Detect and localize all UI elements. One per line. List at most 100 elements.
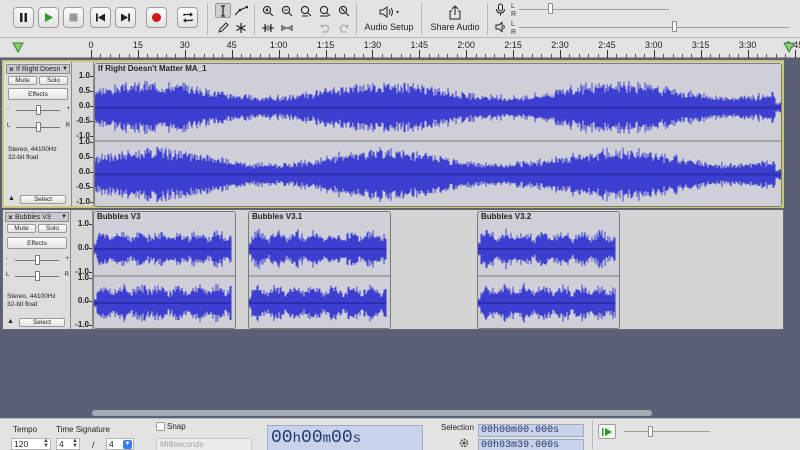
track-menu-arrow-icon[interactable]: ▼ bbox=[60, 214, 68, 220]
ruler-minor-tick bbox=[259, 54, 261, 58]
clip-name[interactable]: Bubbles V3 bbox=[94, 212, 235, 222]
record-volume-slider[interactable] bbox=[548, 3, 553, 14]
clip-name[interactable]: Bubbles V3.1 bbox=[249, 212, 390, 222]
clip-name[interactable]: If Right Doesn't Matter MA_1 bbox=[95, 64, 781, 74]
mute-button[interactable]: Mute bbox=[7, 224, 36, 233]
snap-unit-select[interactable]: Milliseconds bbox=[156, 438, 252, 450]
track-name-bar[interactable]: × If Right Doesn ▼ bbox=[6, 64, 70, 74]
selection-end-display[interactable]: 00h03m39.000s bbox=[478, 439, 584, 450]
ruler-tick-label: 45 bbox=[226, 40, 237, 50]
zoom-in-button[interactable] bbox=[260, 3, 276, 18]
time-signature-label: Time Signature bbox=[56, 425, 110, 434]
ruler-minor-tick bbox=[588, 54, 590, 58]
audio-setup-button[interactable]: Audio Setup bbox=[362, 2, 416, 36]
play-button[interactable] bbox=[38, 7, 59, 28]
clip-name[interactable]: Bubbles V3.2 bbox=[478, 212, 619, 222]
stop-button[interactable] bbox=[63, 7, 84, 28]
silence-audio-button[interactable] bbox=[279, 20, 295, 35]
horizontal-scrollbar[interactable] bbox=[92, 410, 652, 416]
pause-button[interactable] bbox=[13, 7, 34, 28]
track-if-right-doesnt[interactable]: × If Right Doesn ▼ Mute Solo Effects - +… bbox=[2, 60, 784, 208]
loop-button[interactable] bbox=[177, 7, 198, 28]
collapse-track-icon[interactable]: ▲ bbox=[7, 318, 14, 325]
close-track-icon[interactable]: × bbox=[6, 213, 15, 222]
mute-button[interactable]: Mute bbox=[8, 76, 37, 85]
zoom-out-button[interactable] bbox=[279, 3, 295, 18]
clip-waveform-area[interactable] bbox=[94, 222, 235, 328]
redo-button[interactable] bbox=[336, 20, 352, 35]
effects-button[interactable]: Effects bbox=[8, 88, 68, 100]
track-control-panel: × Bubbles V3 ▼ Mute Solo Effects - + L R… bbox=[3, 210, 71, 329]
ruler-tick-label: 2:45 bbox=[598, 40, 616, 50]
gain-slider[interactable]: - + bbox=[6, 254, 69, 266]
pan-thumb[interactable] bbox=[36, 122, 41, 132]
clip-waveform-area[interactable] bbox=[249, 222, 390, 328]
ruler-end-marker[interactable] bbox=[783, 42, 795, 55]
ruler-minor-tick bbox=[663, 54, 665, 58]
tempo-spinner-icon[interactable]: ▲ ▼ bbox=[43, 438, 49, 449]
audio-clip[interactable]: Bubbles V3.2 bbox=[477, 211, 620, 329]
timeline-ruler[interactable]: 0 15 30 45 1:00 1:15 1:30 1:45 2:00 2:15 2:30 2:45 3… bbox=[0, 38, 800, 58]
undo-icon bbox=[320, 24, 330, 33]
toolbar-separator bbox=[207, 3, 208, 35]
track-menu-arrow-icon[interactable]: ▼ bbox=[61, 66, 69, 72]
fit-selection-button[interactable] bbox=[298, 3, 314, 18]
solo-button[interactable]: Solo bbox=[39, 76, 68, 85]
zoom-toggle-button[interactable] bbox=[336, 3, 352, 18]
gain-thumb[interactable] bbox=[35, 255, 40, 265]
record-meter-track bbox=[519, 9, 669, 10]
time-sig-slash: / bbox=[92, 440, 95, 450]
playback-volume-slider[interactable] bbox=[672, 21, 677, 32]
ruler-minor-tick bbox=[522, 54, 524, 58]
pan-slider[interactable]: L R bbox=[7, 121, 70, 133]
skip-to-start-button[interactable] bbox=[90, 7, 111, 28]
time-display[interactable]: 00h00m00s bbox=[267, 425, 423, 450]
tempo-input[interactable]: 120 ▲ ▼ bbox=[11, 438, 51, 450]
track-name-bar[interactable]: × Bubbles V3 ▼ bbox=[5, 212, 69, 222]
close-track-icon[interactable]: × bbox=[7, 65, 16, 74]
trim-outside-button[interactable] bbox=[260, 20, 276, 35]
effects-button[interactable]: Effects bbox=[7, 237, 67, 249]
toolbar: Audio Setup Share Audio L R L R bbox=[0, 0, 800, 38]
draw-tool-button[interactable] bbox=[215, 20, 231, 35]
select-track-button[interactable]: Select bbox=[20, 195, 66, 204]
collapse-track-icon[interactable]: ▲ bbox=[8, 195, 15, 202]
share-audio-button[interactable]: Share Audio bbox=[427, 2, 483, 36]
multi-tool-button[interactable] bbox=[233, 20, 249, 35]
audio-clip[interactable]: Bubbles V3 bbox=[93, 211, 236, 329]
record-button[interactable] bbox=[146, 7, 167, 28]
clip-waveform-area[interactable] bbox=[95, 74, 781, 206]
track-bubbles-v3[interactable]: × Bubbles V3 ▼ Mute Solo Effects - + L R… bbox=[2, 209, 784, 330]
pan-thumb[interactable] bbox=[35, 271, 40, 281]
play-speed-slider[interactable] bbox=[648, 426, 653, 437]
time-signature-numerator[interactable]: 4 ▲ ▼ bbox=[56, 438, 80, 450]
selection-start-display[interactable]: 00h00m00.000s bbox=[478, 424, 584, 437]
playback-meter-icon[interactable] bbox=[495, 21, 507, 35]
audio-clip[interactable]: Bubbles V3.1 bbox=[248, 211, 391, 329]
solo-button[interactable]: Solo bbox=[38, 224, 67, 233]
gain-thumb[interactable] bbox=[36, 105, 41, 115]
numerator-spinner-icon[interactable]: ▲ ▼ bbox=[72, 438, 78, 449]
record-meter-icon[interactable] bbox=[495, 3, 506, 18]
ruler-minor-tick bbox=[119, 54, 121, 58]
skip-to-end-button[interactable] bbox=[115, 7, 136, 28]
gain-slider[interactable]: - + bbox=[7, 104, 70, 116]
play-head-marker[interactable] bbox=[12, 41, 24, 55]
fit-project-button[interactable] bbox=[317, 3, 333, 18]
record-meter-right-label: R bbox=[511, 11, 517, 18]
ruler-minor-tick bbox=[241, 54, 243, 58]
audio-clip[interactable]: If Right Doesn't Matter MA_1 bbox=[94, 63, 782, 207]
selection-tool-button[interactable] bbox=[215, 3, 231, 18]
chevron-down-icon[interactable]: ▼ bbox=[123, 440, 132, 449]
pan-slider[interactable]: L R bbox=[6, 270, 69, 282]
select-track-button[interactable]: Select bbox=[19, 318, 65, 327]
snap-checkbox[interactable] bbox=[156, 422, 165, 431]
amplitude-tick bbox=[89, 277, 92, 279]
ruler-minor-tick bbox=[194, 54, 196, 58]
undo-button[interactable] bbox=[317, 20, 333, 35]
selection-settings-icon[interactable] bbox=[458, 437, 470, 450]
play-at-speed-button[interactable] bbox=[598, 424, 616, 439]
clip-waveform-area[interactable] bbox=[478, 222, 619, 328]
time-signature-denominator[interactable]: 4 ▼ bbox=[106, 438, 134, 450]
envelope-tool-button[interactable] bbox=[233, 3, 249, 18]
